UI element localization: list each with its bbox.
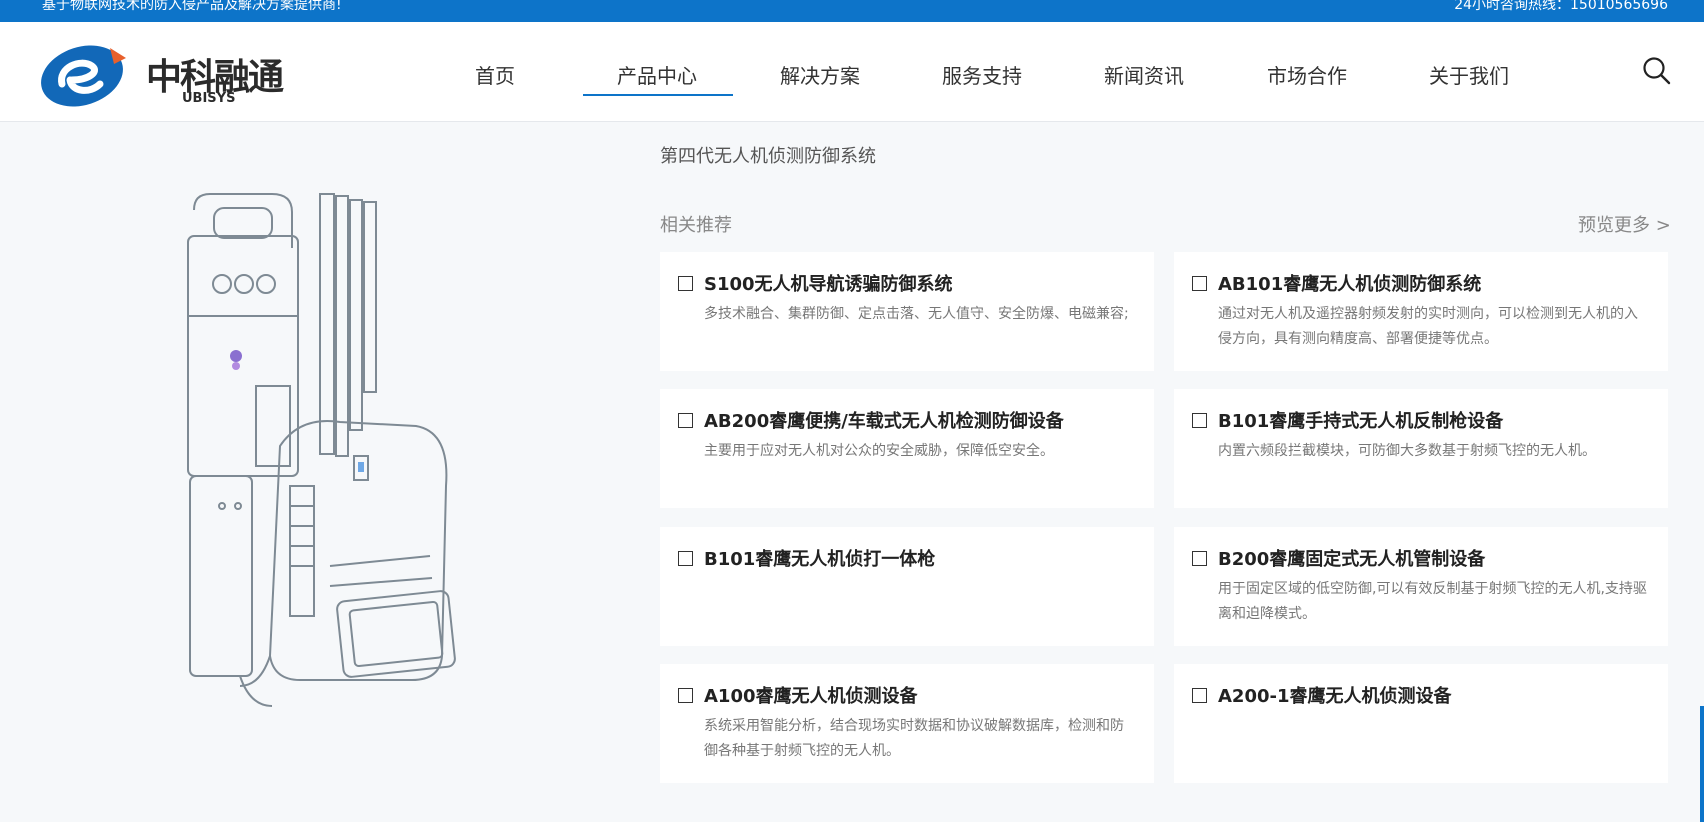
nav-active-underline (583, 94, 733, 96)
related-card-title[interactable]: B200睿鹰固定式无人机管制设备 (1218, 545, 1485, 571)
related-card[interactable]: A200-1睿鹰无人机侦测设备 (1174, 664, 1668, 783)
brand-logo[interactable]: 中科融通 UBISYS (40, 40, 285, 112)
site-header: 中科融通 UBISYS 首页 产品中心 解决方案 服务支持 新闻资讯 市场合作 … (0, 22, 1704, 122)
checkbox-icon[interactable] (1192, 688, 1207, 703)
related-card[interactable]: A100睿鹰无人机侦测设备 系统采用智能分析，结合现场实时数据和协议破解数据库，… (660, 664, 1154, 783)
related-card[interactable]: B200睿鹰固定式无人机管制设备 用于固定区域的低空防御,可以有效反制基于射频飞… (1174, 527, 1668, 646)
logo-mark-icon (41, 45, 126, 107)
related-card-title[interactable]: AB101睿鹰无人机侦测防御系统 (1218, 270, 1481, 296)
related-card-title[interactable]: A200-1睿鹰无人机侦测设备 (1218, 682, 1452, 708)
checkbox-icon[interactable] (678, 276, 693, 291)
related-card-title[interactable]: A100睿鹰无人机侦测设备 (704, 682, 918, 708)
checkbox-icon[interactable] (678, 413, 693, 428)
top-announcement-bar: 基于物联网技术的防入侵产品及解决方案提供商! 24小时咨询热线：15010565… (0, 0, 1704, 22)
checkbox-icon[interactable] (1192, 413, 1207, 428)
nav-item-products[interactable]: 产品中心 (617, 60, 697, 89)
more-link[interactable]: 预览更多 > (1578, 211, 1671, 237)
nav-item-news[interactable]: 新闻资讯 (1104, 60, 1184, 89)
related-card-desc: 通过对无人机及遥控器射频发射的实时测向，可以检测到无人机的入侵方向，具有测向精度… (1218, 306, 1638, 347)
hotline-text: 24小时咨询热线：15010565696 (1454, 0, 1668, 13)
checkbox-icon[interactable] (678, 551, 693, 566)
checkbox-icon[interactable] (1192, 551, 1207, 566)
related-card-desc: 主要用于应对无人机对公众的安全威胁，保障低空安全。 (704, 443, 1054, 459)
related-card[interactable]: AB200睿鹰便携/车载式无人机检测防御设备 主要用于应对无人机对公众的安全威胁… (660, 389, 1154, 508)
nav-item-cooperation[interactable]: 市场合作 (1267, 60, 1347, 89)
checkbox-icon[interactable] (678, 688, 693, 703)
scrollbar-thumb[interactable] (1700, 706, 1704, 822)
checkbox-icon[interactable] (1192, 276, 1207, 291)
nav-item-solutions[interactable]: 解决方案 (780, 60, 860, 89)
company-slogan: 基于物联网技术的防入侵产品及解决方案提供商! (42, 0, 342, 13)
nav-item-home[interactable]: 首页 (475, 60, 515, 89)
related-card[interactable]: AB101睿鹰无人机侦测防御系统 通过对无人机及遥控器射频发射的实时测向，可以检… (1174, 252, 1668, 371)
related-card-desc: 用于固定区域的低空防御,可以有效反制基于射频飞控的无人机,支持驱离和迫降模式。 (1218, 581, 1647, 622)
related-card-desc: 内置六频段拦截模块，可防御大多数基于射频飞控的无人机。 (1218, 443, 1596, 459)
related-card-title[interactable]: B101睿鹰无人机侦打一体枪 (704, 545, 935, 571)
related-card-title[interactable]: S100无人机导航诱骗防御系统 (704, 270, 953, 296)
product-title: 第四代无人机侦测防御系统 (660, 146, 876, 167)
nav-item-about[interactable]: 关于我们 (1429, 60, 1509, 89)
related-card-desc: 多技术融合、集群防御、定点击落、无人值守、安全防爆、电磁兼容; (704, 306, 1129, 322)
related-card-title[interactable]: AB200睿鹰便携/车载式无人机检测防御设备 (704, 407, 1064, 433)
related-card[interactable]: B101睿鹰手持式无人机反制枪设备 内置六频段拦截模块，可防御大多数基于射频飞控… (1174, 389, 1668, 508)
search-icon[interactable] (1642, 56, 1672, 86)
related-card[interactable]: B101睿鹰无人机侦打一体枪 (660, 527, 1154, 646)
related-card[interactable]: S100无人机导航诱骗防御系统 多技术融合、集群防御、定点击落、无人值守、安全防… (660, 252, 1154, 371)
related-card-desc: 系统采用智能分析，结合现场实时数据和协议破解数据库，检测和防御各种基于射频飞控的… (704, 718, 1124, 759)
nav-item-support[interactable]: 服务支持 (942, 60, 1022, 89)
related-heading: 相关推荐 (660, 215, 732, 236)
related-card-title[interactable]: B101睿鹰手持式无人机反制枪设备 (1218, 407, 1503, 433)
product-image (187, 193, 456, 707)
brand-name-en: UBISYS (182, 91, 236, 106)
